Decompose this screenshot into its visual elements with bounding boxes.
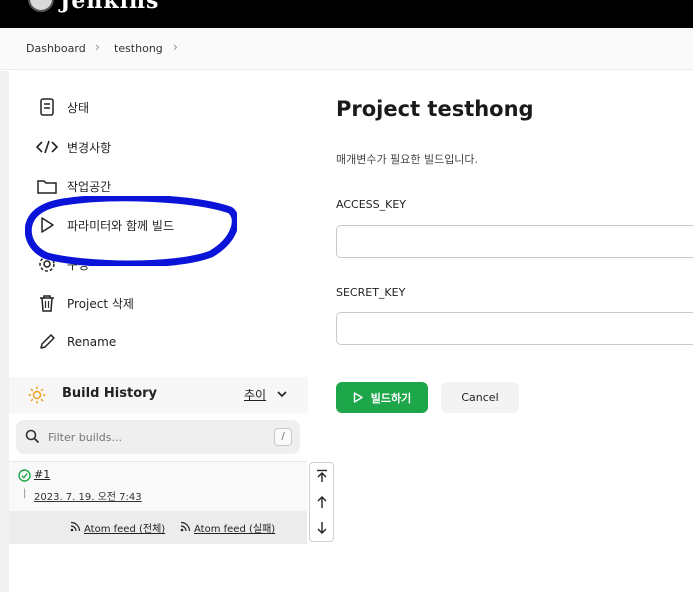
build-separator: |: [23, 488, 27, 499]
breadcrumb: Dashboard › testhong ›: [0, 28, 693, 70]
trend-link[interactable]: 추이: [244, 386, 266, 403]
build-button-label: 빌드하기: [370, 391, 412, 405]
breadcrumb-project[interactable]: testhong: [114, 42, 163, 55]
arrow-to-top-icon: [316, 469, 327, 482]
page-description: 매개변수가 필요한 빌드입니다.: [336, 153, 479, 166]
pencil-icon: [36, 331, 58, 353]
filter-builds-box: /: [16, 420, 300, 454]
trash-icon: [36, 292, 58, 314]
sidebar-item-delete-project[interactable]: Project 삭제: [36, 290, 134, 316]
top-header: Jenkins: [0, 0, 693, 28]
jenkins-page: Jenkins Dashboard › testhong › 상태 변경사항 작…: [0, 0, 693, 592]
jenkins-logo-icon[interactable]: [28, 0, 54, 12]
brand-name[interactable]: Jenkins: [60, 0, 159, 14]
search-icon: [25, 429, 40, 448]
param-label-access-key: ACCESS_KEY: [336, 198, 406, 211]
gear-icon: [36, 253, 58, 275]
build-history-title: Build History: [62, 386, 158, 401]
atom-feed-all-label: Atom feed (전체): [84, 524, 166, 535]
arrow-down-icon: [317, 522, 326, 534]
param-label-secret-key: SECRET_KEY: [336, 286, 406, 299]
left-edge: [0, 71, 9, 592]
atom-feed-failed-link[interactable]: Atom feed (실패): [180, 520, 275, 535]
secret-key-input[interactable]: [336, 312, 693, 345]
filter-builds-input[interactable]: [48, 426, 268, 448]
sidebar-item-label: 구성: [67, 257, 90, 272]
sidebar-item-workspace[interactable]: 작업공간: [36, 173, 111, 199]
build-list-scroll-controls: [309, 462, 334, 542]
breadcrumb-dashboard[interactable]: Dashboard: [26, 42, 86, 55]
play-icon: [353, 392, 363, 403]
success-check-icon: [18, 467, 31, 486]
sun-icon: [28, 386, 46, 408]
keyboard-shortcut-badge: /: [274, 428, 292, 446]
sidebar-item-configure[interactable]: 구성: [36, 251, 89, 277]
sidebar-item-label: 파라미터와 함께 빌드: [67, 218, 174, 233]
atom-feed-failed-label: Atom feed (실패): [194, 524, 276, 535]
sidebar-item-label: 상태: [67, 100, 90, 115]
sidebar-item-label: 작업공간: [67, 179, 112, 194]
rss-icon: [70, 521, 81, 535]
access-key-input[interactable]: [336, 225, 693, 258]
rss-icon: [180, 521, 191, 535]
sidebar-item-label: Rename: [67, 335, 117, 349]
sidebar-item-build-with-parameters[interactable]: 파라미터와 함께 빌드: [36, 212, 174, 238]
atom-feed-all-link[interactable]: Atom feed (전체): [70, 520, 165, 535]
scroll-down-button[interactable]: [310, 515, 333, 541]
sidebar-item-status[interactable]: 상태: [36, 94, 89, 120]
chevron-down-icon[interactable]: [276, 386, 288, 405]
build-list: [9, 461, 307, 511]
code-icon: [36, 136, 58, 158]
build-button[interactable]: 빌드하기: [336, 382, 428, 413]
scroll-up-button[interactable]: [310, 489, 333, 515]
breadcrumb-separator: ›: [95, 40, 100, 54]
build-number-link[interactable]: #1: [34, 468, 50, 481]
arrow-up-icon: [317, 496, 326, 508]
cancel-button-label: Cancel: [461, 391, 499, 404]
sidebar-item-changes[interactable]: 변경사항: [36, 134, 111, 160]
page-title: Project testhong: [336, 97, 534, 121]
sidebar-item-label: Project 삭제: [67, 296, 134, 311]
folder-icon: [36, 175, 58, 197]
build-date-link[interactable]: 2023. 7. 19. 오전 7:43: [34, 488, 142, 503]
cancel-button[interactable]: Cancel: [441, 382, 519, 413]
sidebar-item-rename[interactable]: Rename: [36, 329, 116, 355]
play-icon: [36, 214, 58, 236]
document-icon: [36, 96, 58, 118]
sidebar-item-label: 변경사항: [67, 140, 112, 155]
scroll-top-button[interactable]: [310, 463, 333, 489]
breadcrumb-separator[interactable]: ›: [173, 40, 178, 54]
